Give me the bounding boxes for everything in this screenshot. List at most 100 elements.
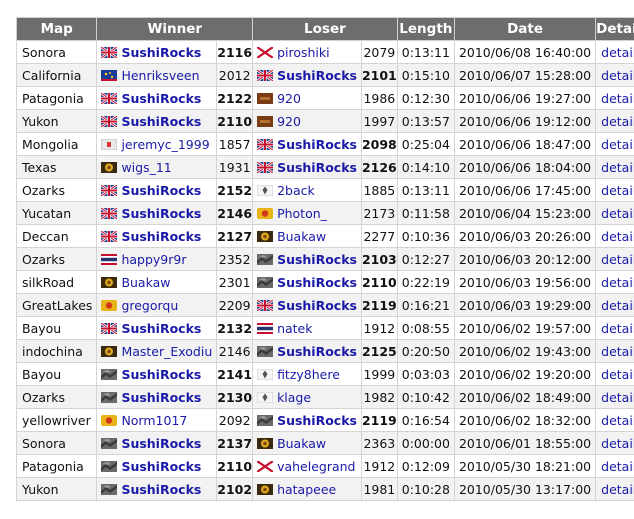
loser-name-link[interactable]: SushiRocks — [277, 413, 357, 428]
map-cell: Patagonia — [15, 86, 98, 110]
detail-link[interactable]: detail — [601, 436, 634, 451]
column-header-map[interactable]: Map — [15, 17, 98, 41]
winner-name-link[interactable]: Norm1017 — [121, 413, 187, 428]
length-cell: 0:10:42 — [396, 385, 455, 409]
detail-cell: detail — [595, 109, 634, 133]
grey-flag-icon — [101, 484, 118, 495]
detail-cell: detail — [595, 247, 634, 271]
loser-rating: 2110 — [360, 270, 398, 294]
loser-name-link[interactable]: klage — [277, 390, 311, 405]
winner-name-link[interactable]: wigs_11 — [121, 160, 171, 175]
loser-name-link[interactable]: piroshiki — [277, 45, 330, 60]
winner-name-link[interactable]: SushiRocks — [121, 45, 201, 60]
loser-rating: 1986 — [360, 86, 398, 110]
uk-flag-icon — [101, 323, 118, 334]
detail-link[interactable]: detail — [601, 91, 634, 106]
winner-name-link[interactable]: SushiRocks — [121, 482, 201, 497]
detail-link[interactable]: detail — [601, 183, 634, 198]
winner-name-link[interactable]: gregorqu — [121, 298, 178, 313]
winner-rating: 2092 — [216, 408, 254, 432]
detail-cell: detail — [595, 431, 634, 455]
winner-name-link[interactable]: Buakaw — [121, 275, 170, 290]
winner-rating: 1931 — [216, 155, 254, 179]
winner-name-link[interactable]: SushiRocks — [121, 436, 201, 451]
loser-cell: piroshiki — [252, 40, 362, 64]
table-row: Patagonia SushiRocks 2110 vahelegrand 1912 0:… — [15, 454, 634, 478]
detail-link[interactable]: detail — [601, 275, 634, 290]
gold-emblem-flag-icon — [101, 277, 118, 288]
column-header-winner[interactable]: Winner — [96, 17, 254, 41]
detail-link[interactable]: detail — [601, 68, 634, 83]
detail-link[interactable]: detail — [601, 344, 634, 359]
loser-name-link[interactable]: 920 — [277, 114, 301, 129]
winner-name-link[interactable]: SushiRocks — [121, 321, 201, 336]
loser-rating: 2119 — [360, 408, 398, 432]
loser-name-link[interactable]: SushiRocks — [277, 137, 357, 152]
loser-rating: 2119 — [360, 293, 398, 317]
loser-rating: 2098 — [360, 132, 398, 156]
detail-link[interactable]: detail — [601, 482, 634, 497]
winner-rating: 2146 — [216, 339, 254, 363]
loser-name-link[interactable]: SushiRocks — [277, 298, 357, 313]
detail-link[interactable]: detail — [601, 321, 634, 336]
detail-link[interactable]: detail — [601, 413, 634, 428]
detail-link[interactable]: detail — [601, 390, 634, 405]
winner-name-link[interactable]: SushiRocks — [121, 206, 201, 221]
yellow-red-flag-icon — [101, 415, 118, 426]
winner-rating: 2152 — [216, 178, 254, 202]
loser-cell: Buakaw — [252, 431, 362, 455]
detail-link[interactable]: detail — [601, 229, 634, 244]
loser-name-link[interactable]: SushiRocks — [277, 252, 357, 267]
winner-name-link[interactable]: SushiRocks — [121, 114, 201, 129]
detail-link[interactable]: detail — [601, 252, 634, 267]
loser-name-link[interactable]: fitzy8here — [277, 367, 340, 382]
detail-link[interactable]: detail — [601, 160, 634, 175]
loser-name-link[interactable]: 920 — [277, 91, 301, 106]
loser-name-link[interactable]: SushiRocks — [277, 344, 357, 359]
loser-name-link[interactable]: SushiRocks — [277, 68, 357, 83]
loser-name-link[interactable]: Buakaw — [277, 229, 326, 244]
detail-link[interactable]: detail — [601, 114, 634, 129]
detail-link[interactable]: detail — [601, 206, 634, 221]
winner-name-link[interactable]: SushiRocks — [121, 459, 201, 474]
winner-name-link[interactable]: SushiRocks — [121, 183, 201, 198]
loser-name-link[interactable]: SushiRocks — [277, 275, 357, 290]
winner-cell: SushiRocks — [96, 86, 218, 110]
loser-rating: 2079 — [360, 40, 398, 64]
column-header-loser[interactable]: Loser — [252, 17, 398, 41]
winner-cell: SushiRocks — [96, 109, 218, 133]
loser-name-link[interactable]: natek — [277, 321, 312, 336]
winner-name-link[interactable]: SushiRocks — [121, 390, 201, 405]
red-cross-flag-icon — [257, 461, 274, 472]
column-header-date[interactable]: Date — [453, 17, 597, 41]
table-row: Yukon SushiRocks 2110 920 1997 0:13:57 2010/06… — [15, 109, 634, 133]
date-cell: 2010/06/03 20:12:00 — [453, 247, 597, 271]
winner-name-link[interactable]: Master_Exodiu — [121, 344, 212, 359]
loser-name-link[interactable]: hatapeee — [277, 482, 336, 497]
detail-link[interactable]: detail — [601, 45, 634, 60]
grey-flag-icon — [101, 461, 118, 472]
thai-flag-icon — [101, 254, 118, 265]
winner-name-link[interactable]: SushiRocks — [121, 229, 201, 244]
detail-link[interactable]: detail — [601, 298, 634, 313]
winner-cell: wigs_11 — [96, 155, 218, 179]
loser-name-link[interactable]: SushiRocks — [277, 160, 357, 175]
detail-link[interactable]: detail — [601, 459, 634, 474]
winner-name-link[interactable]: SushiRocks — [121, 367, 201, 382]
winner-name-link[interactable]: Henriksveen — [121, 68, 199, 83]
loser-name-link[interactable]: Buakaw — [277, 436, 326, 451]
loser-cell: hatapeee — [252, 477, 362, 501]
winner-name-link[interactable]: happy9r9r — [121, 252, 186, 267]
detail-link[interactable]: detail — [601, 367, 634, 382]
table-row: California Henriksveen 2012 SushiRocks 2101 0… — [15, 63, 634, 87]
loser-name-link[interactable]: 2back — [277, 183, 315, 198]
winner-name-link[interactable]: SushiRocks — [121, 91, 201, 106]
loser-name-link[interactable]: vahelegrand — [277, 459, 355, 474]
column-header-length[interactable]: Length — [396, 17, 455, 41]
winner-rating: 2301 — [216, 270, 254, 294]
detail-cell: detail — [595, 385, 634, 409]
winner-name-link[interactable]: jeremyc_1999 — [121, 137, 209, 152]
detail-cell: detail — [595, 362, 634, 386]
detail-link[interactable]: detail — [601, 137, 634, 152]
loser-name-link[interactable]: Photon_ — [277, 206, 327, 221]
